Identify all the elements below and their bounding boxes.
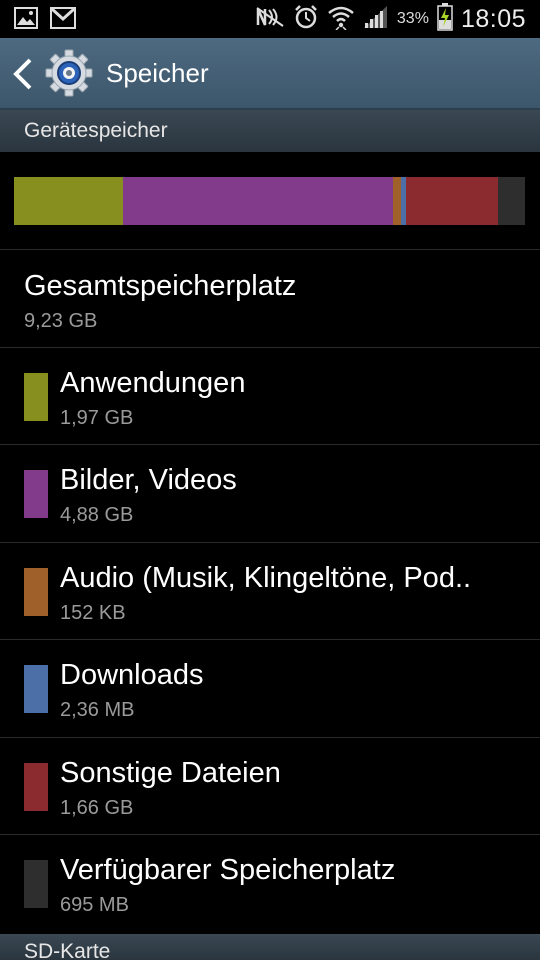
row-value: 1,97 GB xyxy=(60,407,134,429)
row-value: 152 KB xyxy=(60,602,126,624)
row-value: 695 MB xyxy=(60,894,129,916)
usage-segment xyxy=(123,177,394,225)
chevron-left-icon[interactable] xyxy=(10,56,38,92)
row-title: Bilder, Videos xyxy=(60,464,237,496)
storage-row-available: Verfügbarer Speicherplatz 695 MB xyxy=(0,834,540,934)
usage-segment xyxy=(405,177,498,225)
row-value: 2,36 MB xyxy=(60,699,135,721)
battery-percent: 33% xyxy=(396,10,429,27)
usage-segment xyxy=(393,177,401,225)
storage-row-apps[interactable]: Anwendungen 1,97 GB xyxy=(0,347,540,444)
action-bar: Speicher xyxy=(0,38,540,110)
row-title: Audio (Musik, Klingeltöne, Pod.. xyxy=(60,562,472,594)
section-header-label: Gerätespeicher xyxy=(24,119,168,142)
row-title: Sonstige Dateien xyxy=(60,757,281,789)
alarm-icon xyxy=(293,4,319,34)
section-header-sd-card: SD-Karte xyxy=(0,934,540,960)
storage-usage-bar xyxy=(14,177,525,225)
storage-row-pictures-videos[interactable]: Bilder, Videos 4,88 GB xyxy=(0,444,540,542)
storage-row-audio[interactable]: Audio (Musik, Klingeltöne, Pod.. 152 KB xyxy=(0,542,540,639)
total-storage-row: Gesamtspeicherplatz 9,23 GB xyxy=(0,249,540,347)
status-bar: 33% 18:05 xyxy=(0,0,540,38)
status-bar-system: 33% 18:05 xyxy=(255,3,526,35)
gmail-icon xyxy=(50,7,76,33)
clock: 18:05 xyxy=(460,4,526,33)
row-title: Anwendungen xyxy=(60,367,246,399)
color-swatch xyxy=(24,470,48,518)
row-value: 9,23 GB xyxy=(24,310,98,332)
color-swatch xyxy=(24,860,48,908)
row-value: 4,88 GB xyxy=(60,504,134,526)
row-title: Verfügbarer Speicherplatz xyxy=(60,854,396,886)
status-bar-notifications xyxy=(14,7,76,33)
color-swatch xyxy=(24,373,48,421)
wifi-icon xyxy=(327,4,355,34)
signal-icon xyxy=(363,5,389,33)
row-title: Downloads xyxy=(60,659,204,691)
section-header-label: SD-Karte xyxy=(24,940,111,960)
row-title: Gesamtspeicherplatz xyxy=(24,270,297,302)
row-value: 1,66 GB xyxy=(60,797,134,819)
usage-segment xyxy=(497,177,525,225)
page-title: Speicher xyxy=(106,58,209,88)
color-swatch xyxy=(24,763,48,811)
nfc-icon xyxy=(255,6,285,32)
color-swatch xyxy=(24,665,48,713)
image-icon xyxy=(14,7,38,33)
section-header-device-storage: Gerätespeicher xyxy=(0,110,540,152)
storage-row-misc-files[interactable]: Sonstige Dateien 1,66 GB xyxy=(0,737,540,834)
settings-gear-icon[interactable] xyxy=(44,48,94,98)
battery-charging-icon xyxy=(437,3,453,35)
color-swatch xyxy=(24,568,48,616)
usage-segment xyxy=(14,177,124,225)
storage-row-downloads[interactable]: Downloads 2,36 MB xyxy=(0,639,540,737)
